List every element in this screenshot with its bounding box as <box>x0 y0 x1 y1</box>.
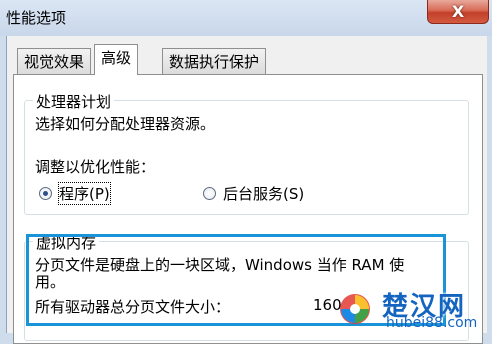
background-services-radio[interactable] <box>203 187 216 200</box>
tab-data-execution-prevention[interactable]: 数据执行保护 <box>162 48 267 74</box>
virtual-memory-legend: 虚拟内存 <box>33 232 100 253</box>
programs-radio-label[interactable]: 程序(P) <box>58 182 111 205</box>
processor-description: 选择如何分配处理器资源。 <box>35 115 216 133</box>
adjust-performance-label: 调整以优化性能： <box>35 158 156 176</box>
window-title: 性能选项 <box>6 9 67 27</box>
virtual-memory-description-line1: 分页文件是硬盘上的一块区域，Windows 当作 RAM 使 <box>35 256 405 274</box>
tab-advanced[interactable]: 高级 <box>94 44 139 75</box>
virtual-memory-description-line2: 用。 <box>35 273 66 291</box>
background-services-radio-label[interactable]: 后台服务(S) <box>223 183 304 204</box>
title-bar: 性能选项 X <box>0 0 492 36</box>
processor-scheduling-group: 处理器计划 选择如何分配处理器资源。 调整以优化性能： 程序(P) 后台服务(S… <box>24 91 469 215</box>
performance-options-dialog: 视觉效果 高级 数据执行保护 处理器计划 选择如何分配处理器资源。 调整以优化性… <box>6 36 487 344</box>
total-paging-file-label: 所有驱动器总分页文件大小： <box>35 298 231 316</box>
close-icon: X <box>451 2 465 21</box>
virtual-memory-group: 虚拟内存 分页文件是硬盘上的一块区域，Windows 当作 RAM 使 用。 所… <box>24 232 469 341</box>
tab-panel-advanced: 处理器计划 选择如何分配处理器资源。 调整以优化性能： 程序(P) 后台服务(S… <box>13 74 483 344</box>
total-paging-file-value: 160 <box>313 296 342 314</box>
programs-radio[interactable] <box>39 187 52 200</box>
tab-visual-effects[interactable]: 视觉效果 <box>17 48 92 74</box>
processor-scheduling-legend: 处理器计划 <box>33 91 115 112</box>
close-button[interactable]: X <box>427 0 489 24</box>
